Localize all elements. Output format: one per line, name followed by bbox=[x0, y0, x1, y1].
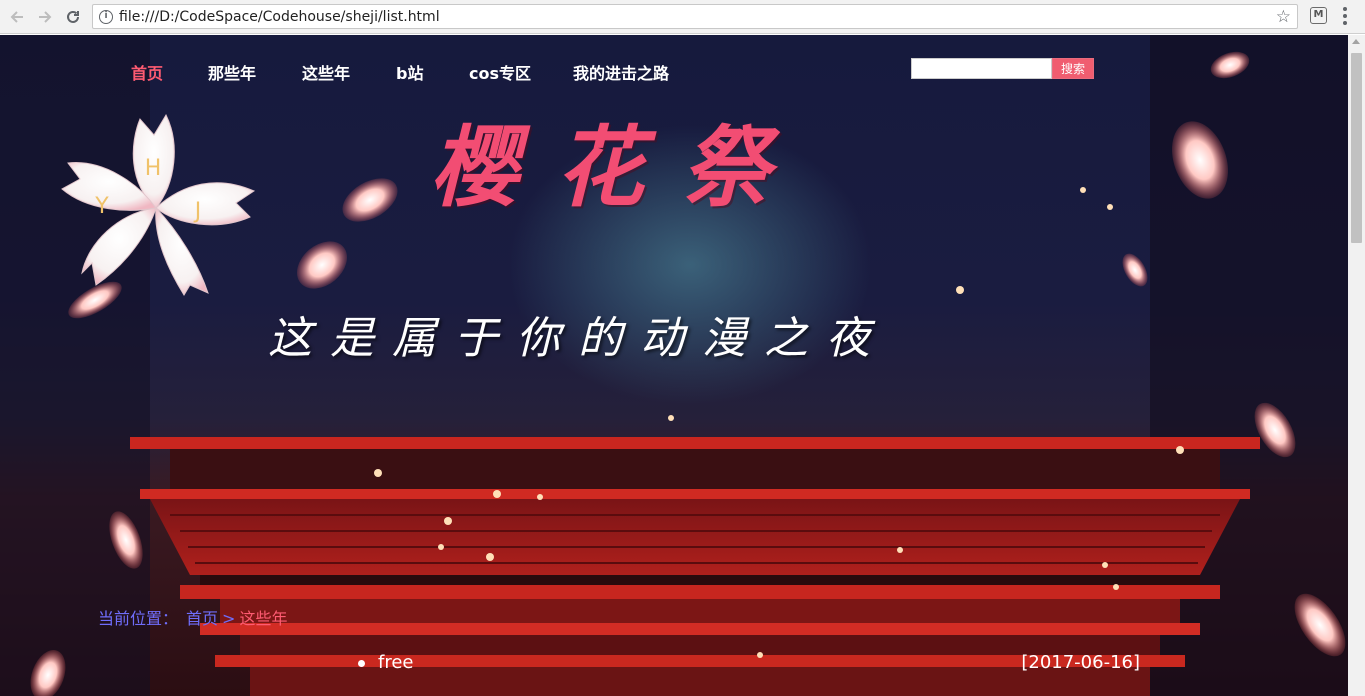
bullet-icon bbox=[358, 660, 365, 667]
banner-slogan: 这是属于你的动漫之夜 bbox=[268, 313, 888, 364]
article-date: [2017-06-16] bbox=[1021, 652, 1140, 673]
list-item[interactable]: free [2017-06-16] bbox=[358, 652, 1140, 676]
breadcrumb-current: 这些年 bbox=[239, 609, 288, 628]
search-button[interactable]: 搜索 bbox=[1052, 58, 1094, 79]
search-box: 搜索 bbox=[911, 58, 1094, 79]
logo-letter-y: Y bbox=[94, 194, 109, 219]
breadcrumb-separator: > bbox=[222, 609, 236, 628]
logo-letter-j: J bbox=[193, 199, 202, 224]
breadcrumb-home-link[interactable]: 首页 bbox=[186, 609, 218, 628]
back-button[interactable] bbox=[6, 6, 28, 28]
scrollbar-thumb[interactable] bbox=[1351, 53, 1362, 243]
top-navigation: 首页 那些年 这些年 b站 cos专区 我的进击之路 搜索 bbox=[0, 35, 1348, 105]
extension-icon[interactable]: M bbox=[1310, 7, 1327, 24]
arrow-right-icon bbox=[39, 10, 52, 23]
breadcrumb-label: 当前位置： bbox=[98, 609, 179, 628]
page-viewport: 首页 那些年 这些年 b站 cos专区 我的进击之路 搜索 H Y J 樱花祭 … bbox=[0, 35, 1348, 696]
nav-item-these-years[interactable]: 这些年 bbox=[302, 60, 350, 84]
nav-item-my-path[interactable]: 我的进击之路 bbox=[573, 60, 669, 84]
browser-menu-button[interactable] bbox=[1340, 7, 1350, 25]
article-title[interactable]: free bbox=[378, 652, 414, 673]
bookmark-star-icon[interactable]: ☆ bbox=[1276, 7, 1291, 27]
reload-icon bbox=[67, 10, 79, 23]
nav-item-bilibili[interactable]: b站 bbox=[396, 60, 423, 84]
forward-button[interactable] bbox=[34, 6, 56, 28]
browser-toolbar: i file:///D:/CodeSpace/Codehouse/sheji/l… bbox=[0, 0, 1365, 34]
arrow-left-icon bbox=[10, 10, 23, 23]
info-icon[interactable]: i bbox=[99, 9, 113, 24]
scroll-up-icon[interactable] bbox=[1352, 39, 1360, 44]
nav-item-home[interactable]: 首页 bbox=[131, 60, 163, 84]
address-url[interactable]: file:///D:/CodeSpace/Codehouse/sheji/lis… bbox=[119, 9, 440, 25]
logo-letter-h: H bbox=[145, 156, 162, 181]
banner-title: 樱花祭 bbox=[430, 115, 809, 219]
breadcrumb: 当前位置： 首页 > 这些年 bbox=[98, 605, 287, 629]
reload-button[interactable] bbox=[62, 6, 84, 28]
nav-item-cos-zone[interactable]: cos专区 bbox=[469, 60, 531, 84]
nav-item-those-years[interactable]: 那些年 bbox=[208, 60, 256, 84]
address-bar[interactable]: i file:///D:/CodeSpace/Codehouse/sheji/l… bbox=[92, 4, 1298, 29]
search-input[interactable] bbox=[911, 58, 1052, 79]
sakura-logo: H Y J bbox=[61, 113, 256, 296]
vertical-scrollbar[interactable] bbox=[1348, 35, 1365, 696]
